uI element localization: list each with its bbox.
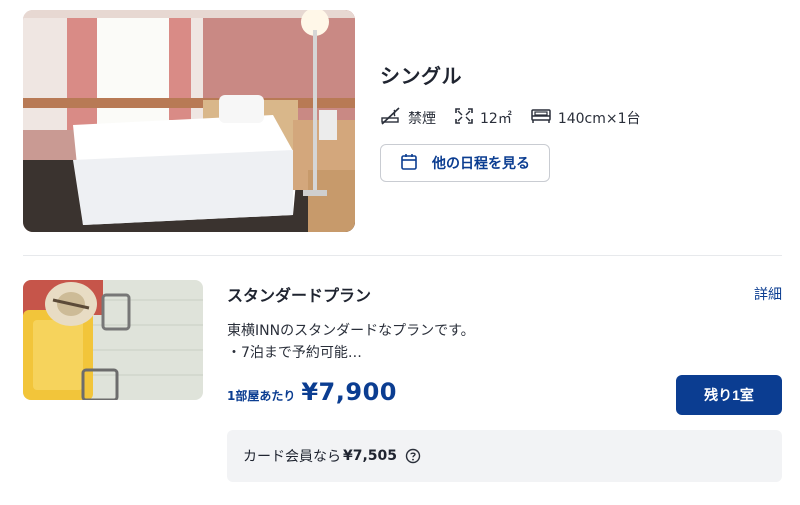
room-photo[interactable] (23, 10, 355, 232)
plan-title: スタンダードプラン (227, 286, 372, 305)
plan-photo[interactable] (23, 280, 203, 400)
room-specs: 禁煙 12㎡ 140cm×1台 (380, 107, 659, 129)
rooms-left-button[interactable]: 残り1室 (676, 375, 782, 415)
plan-description: 東横INNのスタンダードなプランです。 ・7泊まで予約可能… (227, 320, 475, 364)
plan-description-line: 東横INNのスタンダードなプランです。 (227, 323, 475, 339)
details-link[interactable]: 詳細 (754, 284, 782, 304)
help-icon[interactable] (405, 448, 421, 464)
calendar-icon (400, 153, 432, 174)
member-price: ¥7,505 (343, 448, 398, 464)
per-room-label: 1部屋あたり (227, 389, 296, 403)
plan-description-line: ・7泊まで予約可能… (227, 345, 362, 361)
room-info: シングル 禁煙 12㎡ 140cm×1台 他の日程を見る (380, 60, 659, 182)
price-row: 1部屋あたり ¥7,900 (227, 378, 397, 406)
price: ¥7,900 (301, 378, 397, 406)
spec-bed: 140cm×1台 (530, 107, 641, 129)
member-price-box: カード会員なら ¥7,505 (227, 430, 782, 482)
section-divider (23, 255, 782, 256)
spec-area: 12㎡ (454, 107, 512, 129)
room-section: シングル 禁煙 12㎡ 140cm×1台 他の日程を見る (0, 0, 800, 250)
plan-section: スタンダードプラン 詳細 東横INNのスタンダードなプランです。 ・7泊まで予約… (0, 260, 800, 505)
bed-icon (530, 107, 558, 129)
spec-smoking: 禁煙 (380, 107, 436, 129)
area-label: 12㎡ (480, 111, 512, 127)
no-smoking-icon (380, 107, 408, 129)
other-dates-label: 他の日程を見る (432, 155, 530, 171)
smoking-label: 禁煙 (408, 111, 436, 127)
bed-label: 140cm×1台 (557, 111, 641, 127)
expand-icon (454, 107, 480, 129)
other-dates-button[interactable]: 他の日程を見る (380, 144, 550, 182)
room-title: シングル (380, 64, 462, 88)
member-price-label: カード会員なら (243, 449, 341, 465)
